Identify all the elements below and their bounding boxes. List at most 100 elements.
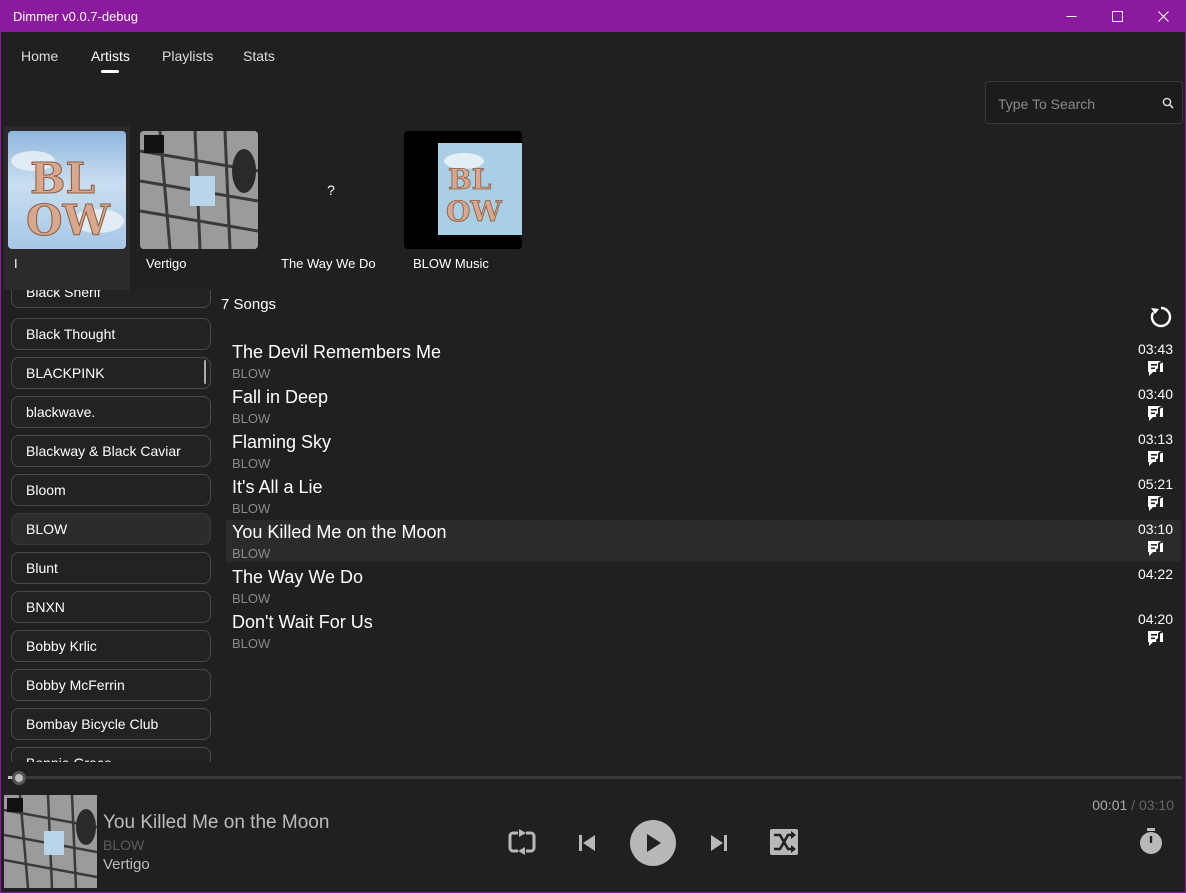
tab-artists[interactable]: Artists xyxy=(91,48,130,64)
song-duration: 03:40 xyxy=(1137,386,1173,402)
maximize-button[interactable] xyxy=(1094,0,1140,32)
previous-icon xyxy=(579,835,595,851)
search-box[interactable] xyxy=(985,81,1183,124)
song-title: Fall in Deep xyxy=(232,387,329,407)
artist-item[interactable]: Bonnie Grace xyxy=(11,747,211,762)
now-playing-art xyxy=(4,795,97,888)
songs-count: 7 Songs xyxy=(221,296,277,313)
song-artist: BLOW xyxy=(232,456,271,471)
artist-item[interactable]: Blunt xyxy=(11,552,211,584)
album-card[interactable]: BL OW BLOW Music xyxy=(400,126,526,290)
now-playing-title: You Killed Me on the Moon xyxy=(103,812,330,833)
close-button[interactable] xyxy=(1140,0,1186,32)
scroll-thumb[interactable] xyxy=(204,360,206,384)
artist-item[interactable]: Bobby Krlic xyxy=(11,630,211,662)
current-time: 00:01 xyxy=(1092,797,1128,813)
song-artist: BLOW xyxy=(232,636,271,651)
artist-item[interactable]: Bobby McFerrin xyxy=(11,669,211,701)
song-row[interactable]: Don't Wait For Us BLOW 04:20 xyxy=(226,610,1181,652)
artist-item[interactable]: Blackway & Black Caviar xyxy=(11,435,211,467)
timer-icon xyxy=(1140,828,1162,854)
active-tab-indicator xyxy=(101,70,119,73)
song-row[interactable]: Flaming Sky BLOW 03:13 xyxy=(226,430,1181,472)
song-duration: 04:22 xyxy=(1137,566,1173,582)
artist-item[interactable]: Black Sherif xyxy=(11,290,211,308)
artist-item[interactable]: Black Thought xyxy=(11,318,211,350)
search-input[interactable] xyxy=(996,94,1146,114)
artist-item[interactable]: blackwave. xyxy=(11,396,211,428)
artist-list[interactable]: Black Sherif Black Thought BLACKPINK bla… xyxy=(0,290,216,762)
artist-item[interactable]: BLACKPINK xyxy=(11,357,211,389)
album-name: The Way We Do xyxy=(281,256,376,271)
album-name: I xyxy=(14,256,18,271)
seek-bar[interactable] xyxy=(8,776,1182,779)
artist-item[interactable]: BNXN xyxy=(11,591,211,623)
album-art: BL OW xyxy=(8,131,126,249)
minimize-icon xyxy=(1066,15,1076,17)
artist-item[interactable]: Bloom xyxy=(11,474,211,506)
sleep-timer-button[interactable] xyxy=(1136,825,1166,857)
playback-time: 00:01 / 03:10 xyxy=(1092,797,1174,813)
window-title: Dimmer v0.0.7-debug xyxy=(13,9,138,24)
album-card[interactable]: BL OW I xyxy=(4,126,130,290)
svg-text:BL: BL xyxy=(448,163,492,196)
seek-bar-thumb[interactable] xyxy=(12,771,26,785)
song-row-highlighted[interactable]: You Killed Me on the Moon BLOW 03:10 xyxy=(226,520,1181,562)
shuffle-button[interactable] xyxy=(767,826,801,858)
lyrics-icon[interactable] xyxy=(1147,540,1167,563)
album-card[interactable]: Vertigo xyxy=(136,126,262,290)
song-title: Flaming Sky xyxy=(232,432,332,452)
previous-button[interactable] xyxy=(574,830,600,856)
song-artist: BLOW xyxy=(232,501,271,516)
missing-art-icon: ? xyxy=(327,182,335,198)
play-button[interactable] xyxy=(630,820,676,866)
lyrics-icon[interactable] xyxy=(1147,630,1167,653)
lyrics-icon[interactable] xyxy=(1147,360,1167,383)
song-duration: 03:10 xyxy=(1137,521,1173,537)
shuffle-icon xyxy=(770,829,798,855)
time-separator: / xyxy=(1127,797,1139,813)
tab-home[interactable]: Home xyxy=(21,48,58,64)
song-artist: BLOW xyxy=(232,411,271,426)
close-icon xyxy=(1157,10,1169,22)
album-art xyxy=(140,131,258,249)
song-row[interactable]: Fall in Deep BLOW 03:40 xyxy=(226,385,1181,427)
maximize-icon xyxy=(1111,10,1123,22)
play-icon xyxy=(647,834,661,852)
now-playing-artist[interactable]: BLOW xyxy=(103,837,144,853)
lyrics-icon[interactable] xyxy=(1147,405,1167,428)
search-icon[interactable] xyxy=(1162,96,1174,114)
svg-text:OW: OW xyxy=(26,196,111,245)
tab-playlists[interactable]: Playlists xyxy=(162,48,213,64)
now-playing-album[interactable]: Vertigo xyxy=(103,856,150,873)
song-row[interactable]: The Way We Do BLOW 04:22 xyxy=(226,565,1181,607)
artist-item[interactable]: Bombay Bicycle Club xyxy=(11,708,211,740)
next-icon xyxy=(711,835,727,851)
lyrics-icon[interactable] xyxy=(1147,450,1167,473)
song-duration: 03:13 xyxy=(1137,431,1173,447)
song-title: It's All a Lie xyxy=(232,477,323,497)
song-row[interactable]: The Devil Remembers Me BLOW 03:43 xyxy=(226,340,1181,382)
album-name: BLOW Music xyxy=(413,256,489,271)
song-duration: 03:43 xyxy=(1137,341,1173,357)
lyrics-icon[interactable] xyxy=(1147,495,1167,518)
next-button[interactable] xyxy=(706,830,732,856)
song-title: The Way We Do xyxy=(232,567,364,587)
repeat-icon xyxy=(508,829,536,855)
svg-text:OW: OW xyxy=(446,195,502,228)
song-title: You Killed Me on the Moon xyxy=(232,522,447,542)
song-title: Don't Wait For Us xyxy=(232,612,373,632)
tab-stats[interactable]: Stats xyxy=(243,48,275,64)
song-artist: BLOW xyxy=(232,591,271,606)
album-name: Vertigo xyxy=(146,256,187,271)
song-row[interactable]: It's All a Lie BLOW 05:21 xyxy=(226,475,1181,517)
song-title: The Devil Remembers Me xyxy=(232,342,442,362)
repeat-button[interactable] xyxy=(505,826,539,858)
total-time: 03:10 xyxy=(1138,797,1174,813)
refresh-icon[interactable] xyxy=(1148,304,1174,335)
minimize-button[interactable] xyxy=(1048,0,1094,32)
album-art-missing: ? xyxy=(272,131,390,249)
album-card[interactable]: ? The Way We Do xyxy=(268,126,394,290)
song-duration: 04:20 xyxy=(1137,611,1173,627)
artist-item-selected[interactable]: BLOW xyxy=(11,513,211,545)
